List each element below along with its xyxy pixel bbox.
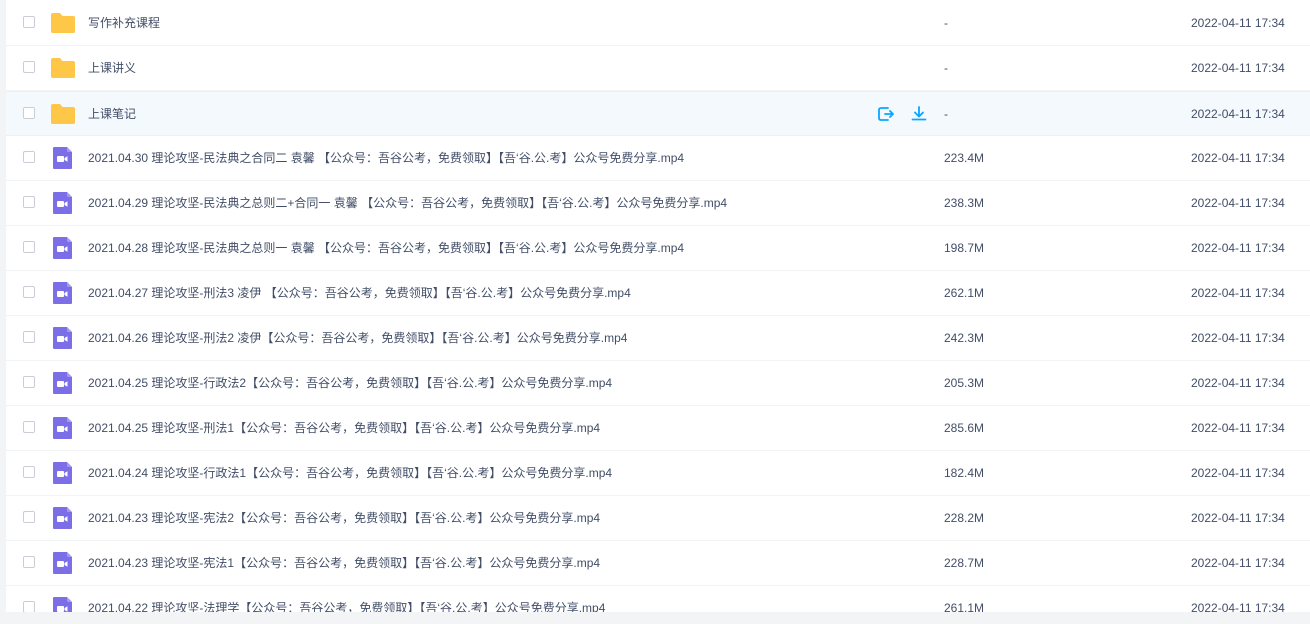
- file-size: -: [944, 61, 948, 75]
- file-row[interactable]: 2021.04.30 理论攻坚-民法典之合同二 袁馨 【公众号：吾谷公考，免费领…: [6, 136, 1310, 181]
- modified-time: 2022-04-11 17:34: [1191, 511, 1285, 525]
- video-file-icon: [50, 596, 76, 612]
- folder-icon: [50, 102, 76, 126]
- modified-time: 2022-04-11 17:34: [1191, 556, 1285, 570]
- share-icon[interactable]: [876, 104, 896, 124]
- row-checkbox[interactable]: [23, 241, 35, 253]
- file-name[interactable]: 上课讲义: [88, 46, 136, 90]
- file-size: -: [944, 107, 948, 121]
- file-size: 182.4M: [944, 466, 985, 480]
- modified-time: 2022-04-11 17:34: [1191, 466, 1285, 480]
- row-checkbox[interactable]: [23, 107, 35, 119]
- row-checkbox[interactable]: [23, 196, 35, 208]
- row-checkbox[interactable]: [23, 421, 35, 433]
- row-checkbox[interactable]: [23, 376, 35, 388]
- modified-time: 2022-04-11 17:34: [1191, 601, 1285, 612]
- folder-row[interactable]: 写作补充课程 - 2022-04-11 17:34: [6, 1, 1310, 46]
- file-size: 261.1M: [944, 601, 985, 612]
- video-file-icon: [50, 371, 76, 395]
- file-row[interactable]: 2021.04.28 理论攻坚-民法典之总则一 袁馨 【公众号：吾谷公考，免费领…: [6, 226, 1310, 271]
- download-icon[interactable]: [909, 104, 929, 124]
- video-file-icon: [50, 461, 76, 485]
- row-checkbox[interactable]: [23, 601, 35, 612]
- file-size: 205.3M: [944, 376, 985, 390]
- file-size: 228.2M: [944, 511, 985, 525]
- file-name[interactable]: 2021.04.23 理论攻坚-宪法1【公众号：吾谷公考，免费领取】【吾‘谷.公…: [88, 541, 600, 585]
- file-row[interactable]: 2021.04.25 理论攻坚-刑法1【公众号：吾谷公考，免费领取】【吾‘谷.公…: [6, 406, 1310, 451]
- file-list: 写作补充课程 - 2022-04-11 17:34 上课讲义 - 2022-04-11 …: [6, 0, 1310, 612]
- row-checkbox[interactable]: [23, 466, 35, 478]
- video-file-icon: [50, 506, 76, 530]
- file-name[interactable]: 2021.04.28 理论攻坚-民法典之总则一 袁馨 【公众号：吾谷公考，免费领…: [88, 226, 684, 270]
- file-name[interactable]: 2021.04.25 理论攻坚-刑法1【公众号：吾谷公考，免费领取】【吾‘谷.公…: [88, 406, 600, 450]
- file-size: 238.3M: [944, 196, 985, 210]
- row-checkbox[interactable]: [23, 61, 35, 73]
- file-name[interactable]: 2021.04.29 理论攻坚-民法典之总则二+合同一 袁馨 【公众号：吾谷公考…: [88, 181, 727, 225]
- modified-time: 2022-04-11 17:34: [1191, 61, 1285, 75]
- file-name[interactable]: 2021.04.30 理论攻坚-民法典之合同二 袁馨 【公众号：吾谷公考，免费领…: [88, 136, 684, 180]
- video-file-icon: [50, 326, 76, 350]
- folder-icon: [50, 56, 76, 80]
- video-file-icon: [50, 281, 76, 305]
- file-name[interactable]: 2021.04.23 理论攻坚-宪法2【公众号：吾谷公考，免费领取】【吾‘谷.公…: [88, 496, 600, 540]
- modified-time: 2022-04-11 17:34: [1191, 421, 1285, 435]
- file-row[interactable]: 2021.04.23 理论攻坚-宪法1【公众号：吾谷公考，免费领取】【吾‘谷.公…: [6, 541, 1310, 586]
- folder-icon: [50, 11, 76, 35]
- file-size: 198.7M: [944, 241, 985, 255]
- file-row[interactable]: 2021.04.22 理论攻坚-法理学【公众号：吾谷公考，免费领取】【吾‘谷.公…: [6, 586, 1310, 612]
- folder-row[interactable]: 上课笔记 - 2022-04-11 17:34: [6, 91, 1310, 136]
- modified-time: 2022-04-11 17:34: [1191, 241, 1285, 255]
- file-name[interactable]: 写作补充课程: [88, 1, 160, 45]
- modified-time: 2022-04-11 17:34: [1191, 286, 1285, 300]
- row-checkbox[interactable]: [23, 331, 35, 343]
- file-size: 228.7M: [944, 556, 985, 570]
- file-row[interactable]: 2021.04.29 理论攻坚-民法典之总则二+合同一 袁馨 【公众号：吾谷公考…: [6, 181, 1310, 226]
- file-size: 262.1M: [944, 286, 985, 300]
- file-row[interactable]: 2021.04.24 理论攻坚-行政法1【公众号：吾谷公考，免费领取】【吾‘谷.…: [6, 451, 1310, 496]
- video-file-icon: [50, 191, 76, 215]
- video-file-icon: [50, 551, 76, 575]
- file-name[interactable]: 2021.04.27 理论攻坚-刑法3 凌伊 【公众号：吾谷公考，免费领取】【吾…: [88, 271, 631, 315]
- modified-time: 2022-04-11 17:34: [1191, 151, 1285, 165]
- file-size: 223.4M: [944, 151, 985, 165]
- file-size: -: [944, 16, 948, 30]
- row-checkbox[interactable]: [23, 16, 35, 28]
- video-file-icon: [50, 416, 76, 440]
- row-checkbox[interactable]: [23, 286, 35, 298]
- row-checkbox[interactable]: [23, 151, 35, 163]
- bottom-bar: [0, 612, 1310, 624]
- video-file-icon: [50, 146, 76, 170]
- file-size: 285.6M: [944, 421, 985, 435]
- modified-time: 2022-04-11 17:34: [1191, 376, 1285, 390]
- file-name[interactable]: 2021.04.25 理论攻坚-行政法2【公众号：吾谷公考，免费领取】【吾‘谷.…: [88, 361, 612, 405]
- file-name[interactable]: 2021.04.26 理论攻坚-刑法2 凌伊【公众号：吾谷公考，免费领取】【吾‘…: [88, 316, 627, 360]
- folder-row[interactable]: 上课讲义 - 2022-04-11 17:34: [6, 46, 1310, 91]
- modified-time: 2022-04-11 17:34: [1191, 107, 1285, 121]
- file-row[interactable]: 2021.04.25 理论攻坚-行政法2【公众号：吾谷公考，免费领取】【吾‘谷.…: [6, 361, 1310, 406]
- file-row[interactable]: 2021.04.27 理论攻坚-刑法3 凌伊 【公众号：吾谷公考，免费领取】【吾…: [6, 271, 1310, 316]
- file-name[interactable]: 2021.04.22 理论攻坚-法理学【公众号：吾谷公考，免费领取】【吾‘谷.公…: [88, 586, 605, 612]
- modified-time: 2022-04-11 17:34: [1191, 16, 1285, 30]
- file-row[interactable]: 2021.04.23 理论攻坚-宪法2【公众号：吾谷公考，免费领取】【吾‘谷.公…: [6, 496, 1310, 541]
- file-size: 242.3M: [944, 331, 985, 345]
- video-file-icon: [50, 236, 76, 260]
- modified-time: 2022-04-11 17:34: [1191, 331, 1285, 345]
- file-name[interactable]: 上课笔记: [88, 92, 136, 136]
- row-checkbox[interactable]: [23, 556, 35, 568]
- file-name[interactable]: 2021.04.24 理论攻坚-行政法1【公众号：吾谷公考，免费领取】【吾‘谷.…: [88, 451, 612, 495]
- row-checkbox[interactable]: [23, 511, 35, 523]
- modified-time: 2022-04-11 17:34: [1191, 196, 1285, 210]
- file-row[interactable]: 2021.04.26 理论攻坚-刑法2 凌伊【公众号：吾谷公考，免费领取】【吾‘…: [6, 316, 1310, 361]
